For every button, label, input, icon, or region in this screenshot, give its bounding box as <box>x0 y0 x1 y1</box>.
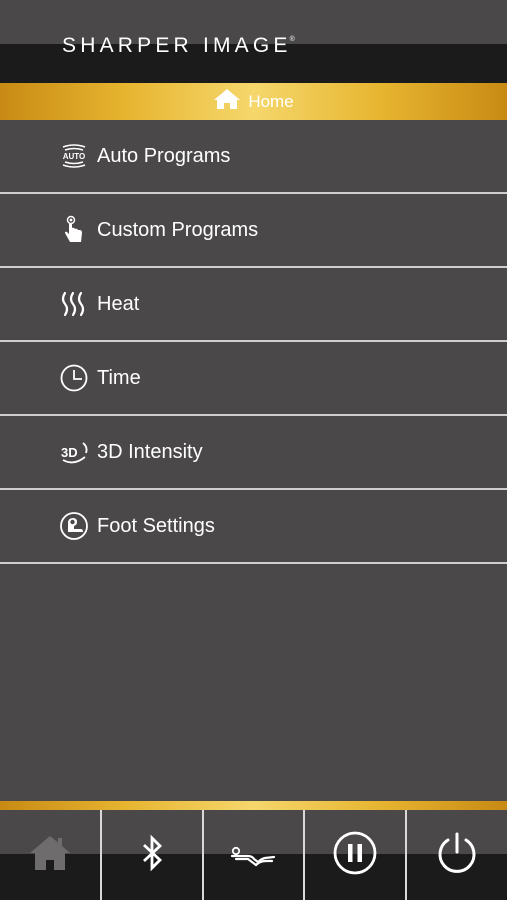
tab-power[interactable] <box>405 810 507 900</box>
home-icon <box>213 88 241 115</box>
main-menu: AUTO Auto Programs Custom Programs Heat <box>0 120 507 564</box>
bottom-tabbar <box>0 810 507 900</box>
menu-item-custom-programs[interactable]: Custom Programs <box>0 194 507 268</box>
auto-icon: AUTO <box>59 141 89 171</box>
foot-icon <box>59 511 89 541</box>
bluetooth-icon <box>129 830 175 881</box>
menu-item-label: Heat <box>97 292 140 315</box>
menu-item-label: Custom Programs <box>97 218 259 241</box>
svg-text:3D: 3D <box>61 445 78 460</box>
power-icon <box>434 830 480 881</box>
clock-icon <box>59 363 89 393</box>
tabbar-accent <box>0 801 507 810</box>
breadcrumb-bar: Home <box>0 83 507 120</box>
menu-item-time[interactable]: Time <box>0 342 507 416</box>
menu-item-foot-settings[interactable]: Foot Settings <box>0 490 507 564</box>
breadcrumb[interactable]: Home <box>213 88 294 115</box>
heat-icon <box>59 289 89 319</box>
app-header: SHARPER IMAGE® <box>0 0 507 83</box>
3d-icon: 3D <box>59 437 89 467</box>
menu-item-heat[interactable]: Heat <box>0 268 507 342</box>
tab-home[interactable] <box>0 810 100 900</box>
menu-item-label: Time <box>97 366 141 389</box>
menu-item-3d-intensity[interactable]: 3D 3D Intensity <box>0 416 507 490</box>
hand-touch-icon <box>59 215 89 245</box>
breadcrumb-label: Home <box>248 91 294 111</box>
menu-item-auto-programs[interactable]: AUTO Auto Programs <box>0 120 507 194</box>
tab-bluetooth[interactable] <box>99 810 202 900</box>
recline-icon <box>230 830 276 881</box>
tab-pause[interactable] <box>303 810 405 900</box>
menu-item-label: Foot Settings <box>97 514 215 537</box>
pause-icon <box>332 830 378 881</box>
brand-logo: SHARPER IMAGE® <box>62 34 295 57</box>
menu-item-label: Auto Programs <box>97 144 231 167</box>
home-icon <box>27 830 73 881</box>
menu-item-label: 3D Intensity <box>97 440 203 463</box>
svg-text:AUTO: AUTO <box>63 152 86 161</box>
tab-recline[interactable] <box>201 810 304 900</box>
